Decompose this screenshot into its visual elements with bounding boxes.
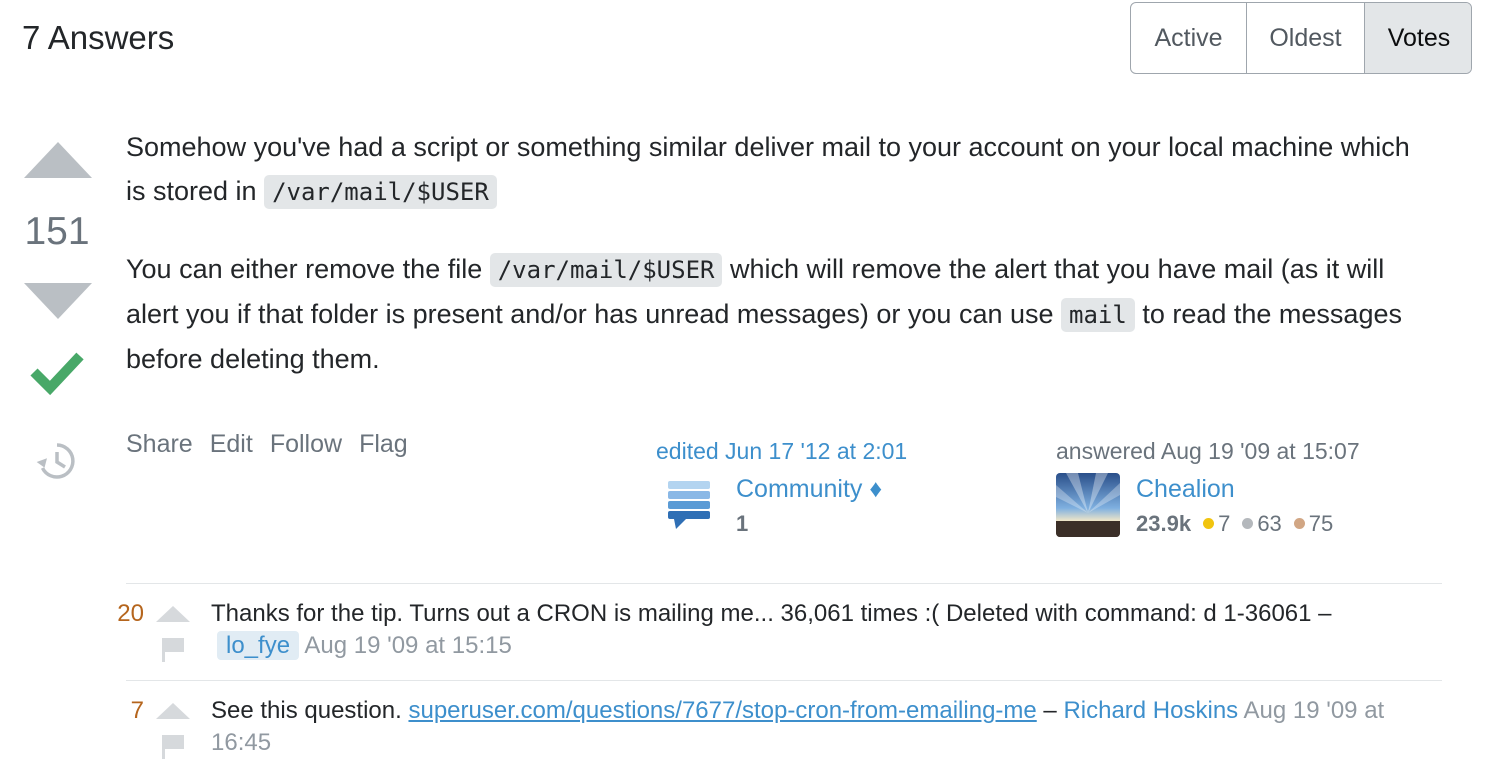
author-signature: answered Aug 19 '09 at 15:07 Chealion 23…	[1056, 438, 1476, 545]
comment-upvote-icon[interactable]	[156, 606, 190, 622]
inline-code: mail	[1061, 298, 1135, 332]
inline-code: /var/mail/$USER	[489, 253, 723, 287]
comment-item: 7 See this question. superuser.com/quest…	[126, 680, 1442, 776]
sort-votes-button[interactable]: Votes	[1364, 3, 1471, 73]
comment-author-link[interactable]: lo_fye	[217, 631, 300, 660]
sort-tabs: Active Oldest Votes	[1130, 2, 1472, 74]
comment-flag-icon[interactable]	[160, 733, 186, 759]
answer-text: You can either remove the file	[126, 254, 490, 284]
upvote-arrow-icon[interactable]	[24, 142, 92, 178]
answers-section: 7 Answers Active Oldest Votes 151 Someho…	[0, 0, 1508, 776]
comment-upvote-icon[interactable]	[156, 703, 190, 719]
post-menu: Share Edit Follow Flag	[126, 430, 408, 459]
comment-separator: –	[1036, 697, 1064, 724]
answered-timestamp-link[interactable]: answered Aug 19 '09 at 15:07	[1056, 438, 1476, 465]
edited-timestamp-link[interactable]: edited Jun 17 '12 at 2:01	[656, 438, 1016, 465]
answer-paragraph-1: Somehow you've had a script or something…	[126, 125, 1426, 214]
editor-reputation: 1	[736, 511, 748, 537]
author-name-link[interactable]: Chealion	[1136, 475, 1235, 504]
community-avatar-icon[interactable]	[656, 473, 720, 537]
flag-link[interactable]: Flag	[359, 430, 408, 459]
silver-badge-icon	[1242, 518, 1254, 529]
edit-link[interactable]: Edit	[210, 430, 253, 459]
edited-signature: edited Jun 17 '12 at 2:01 Community ♦ 1	[656, 438, 1016, 545]
gold-badge-count: 7	[1218, 511, 1231, 536]
comment-author-link[interactable]: Richard Hoskins	[1063, 697, 1238, 724]
inline-code: /var/mail/$USER	[264, 175, 497, 209]
editor-reputation-score: 1	[736, 511, 749, 536]
comment-text: See this question. superuser.com/questio…	[211, 695, 1441, 759]
silver-badge-count: 63	[1257, 511, 1282, 536]
comment-score: 20	[117, 600, 144, 627]
sort-active-button[interactable]: Active	[1131, 3, 1246, 73]
author-avatar[interactable]	[1056, 473, 1120, 537]
comment-body: Thanks for the tip. Turns out a CRON is …	[211, 600, 1332, 627]
sort-oldest-button[interactable]: Oldest	[1246, 3, 1364, 73]
share-link[interactable]: Share	[126, 430, 193, 459]
bronze-badge-count: 75	[1308, 511, 1334, 536]
comment-date[interactable]: Aug 19 '09 at 15:15	[304, 632, 511, 659]
comment-flag-icon[interactable]	[160, 636, 186, 662]
downvote-arrow-icon[interactable]	[24, 283, 92, 319]
vote-count: 151	[24, 210, 90, 253]
accepted-checkmark-icon	[30, 352, 84, 396]
comment-item: 20 Thanks for the tip. Turns out a CRON …	[117, 583, 1442, 680]
editor-name-link[interactable]: Community ♦	[736, 475, 882, 504]
bronze-badge-icon	[1293, 518, 1305, 529]
comment-score: 7	[130, 697, 144, 724]
comment-link[interactable]: superuser.com/questions/7677/stop-cron-f…	[408, 697, 1036, 724]
author-reputation: 23.9k 7 63 75	[1136, 511, 1333, 537]
answer-body: Somehow you've had a script or something…	[126, 125, 1426, 414]
answers-count-heading: 7 Answers	[22, 19, 175, 56]
comments-list: 20 Thanks for the tip. Turns out a CRON …	[117, 583, 1442, 776]
author-reputation-score: 23.9k	[1136, 511, 1192, 536]
gold-badge-icon	[1203, 518, 1215, 529]
history-icon[interactable]	[36, 440, 78, 482]
answer-paragraph-2: You can either remove the file /var/mail…	[126, 247, 1426, 381]
comment-body: See this question.	[211, 697, 409, 724]
comment-text: Thanks for the tip. Turns out a CRON is …	[211, 598, 1441, 662]
follow-link[interactable]: Follow	[270, 430, 342, 459]
